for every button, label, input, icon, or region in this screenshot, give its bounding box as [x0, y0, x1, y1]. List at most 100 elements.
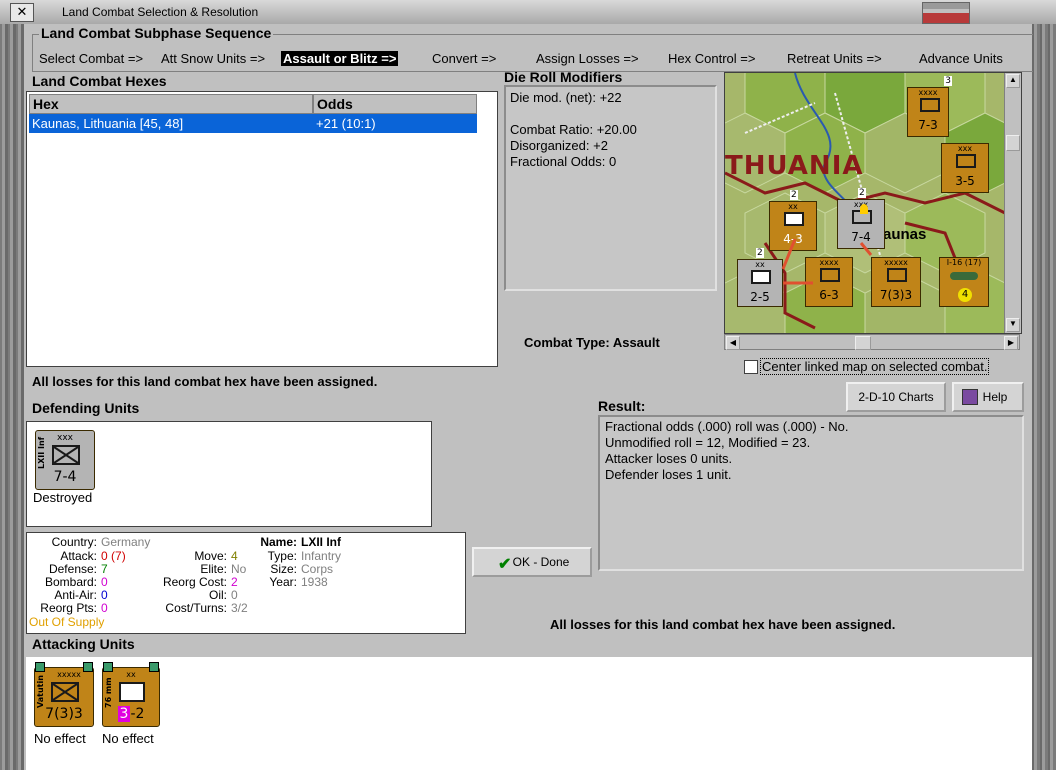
type-value: Infantry: [301, 549, 342, 563]
help-label: Help: [982, 390, 1008, 404]
seq-advance-units[interactable]: Advance Units: [919, 51, 1003, 66]
mountain-symbol-icon: [784, 212, 804, 226]
scroll-left-icon[interactable]: ◀: [726, 336, 740, 350]
result-title: Result:: [598, 398, 646, 414]
country-value: Germany: [101, 535, 151, 549]
losses-message-bottom: All losses for this land combat hex have…: [550, 617, 896, 632]
hex-row-hex[interactable]: Kaunas, Lithuania [45, 48]: [29, 114, 313, 133]
charts-button[interactable]: 2-D-10 Charts: [846, 382, 946, 412]
supply-status: Out Of Supply: [29, 615, 105, 629]
close-button[interactable]: ✕: [10, 3, 34, 22]
infantry-symbol-icon: [887, 268, 907, 282]
oil-label: Oil:: [209, 588, 227, 602]
attacking-unit-counter-1[interactable]: xxxxx Vatutin 7(3)3: [34, 662, 94, 727]
unit-flag-icon: [83, 662, 93, 672]
counter-size: xxxxx: [884, 258, 908, 267]
counter-stack: 3: [944, 76, 952, 86]
attacking-unit-status-1: No effect: [34, 731, 86, 746]
attacking-units-box: xxxxx Vatutin 7(3)3 No effect xx 76 mm 3…: [26, 657, 1032, 770]
mod-combat-ratio: Combat Ratio: +20.00: [510, 122, 637, 137]
seq-convert[interactable]: Convert =>: [432, 51, 496, 66]
title-bar: ✕ Land Combat Selection & Resolution: [0, 0, 1056, 25]
move-value: 4: [231, 549, 238, 563]
hscroll-thumb[interactable]: [855, 336, 871, 350]
help-button[interactable]: Help: [952, 382, 1024, 412]
result-box: Fractional odds (.000) roll was (.000) -…: [598, 415, 1024, 571]
attacking-unit-counter-2[interactable]: xx 76 mm 3 -2: [102, 662, 160, 727]
mod-disorganized: Disorganized: +2: [510, 138, 608, 153]
size-label: Size:: [270, 562, 297, 576]
combat-hexes-title: Land Combat Hexes: [32, 73, 167, 89]
col-hex-header[interactable]: Hex: [29, 94, 313, 114]
year-label: Year:: [269, 575, 297, 589]
left-border: [0, 24, 24, 770]
scroll-thumb[interactable]: [1006, 135, 1020, 151]
defending-units-box: xxx LXII Inf 7-4 Destroyed: [26, 421, 432, 527]
antiair-value: 0: [101, 588, 108, 602]
seq-assault-or-blitz[interactable]: Assault or Blitz =>: [281, 51, 399, 66]
map-counter-3-5[interactable]: xxx 3-5: [941, 143, 989, 193]
map-view[interactable]: THUANIA aunas xxxx 7-3 3 xxx 3-5 xx 4-3 …: [724, 72, 1022, 334]
seq-assign-losses[interactable]: Assign Losses =>: [536, 51, 639, 66]
counter-strength-attack: 3: [117, 706, 131, 722]
attack-value: 0 (7): [101, 549, 126, 563]
antiair-label: Anti-Air:: [54, 588, 97, 602]
counter-stack: 2: [756, 248, 764, 258]
counter-stack: 2: [790, 190, 798, 200]
size-value: Corps: [301, 562, 334, 576]
seq-hex-control[interactable]: Hex Control =>: [668, 51, 755, 66]
counter-size: xxxx: [819, 258, 839, 267]
map-hscrollbar[interactable]: ◀ ▶: [724, 334, 1020, 350]
counter-strength: 3 -2: [103, 706, 159, 722]
map-counter-7-4[interactable]: xxx 7-4 2: [837, 188, 885, 249]
elite-label: Elite:: [200, 562, 227, 576]
armor-symbol-icon: [751, 270, 771, 284]
unit-flag-icon: [103, 662, 113, 672]
map-counter-2-5[interactable]: xx 2-5 2: [737, 248, 783, 307]
counter-strength: 7-3: [918, 118, 938, 132]
year-value: 1938: [301, 575, 328, 589]
map-counter-7-3-3[interactable]: xxxxx 7(3)3: [871, 257, 921, 307]
defending-unit-counter[interactable]: xxx LXII Inf 7-4: [35, 430, 95, 490]
map-counter-4-3[interactable]: xx 4-3 2: [769, 190, 817, 251]
elite-value: No: [231, 562, 247, 576]
seq-att-snow-units[interactable]: Att Snow Units =>: [161, 51, 265, 66]
combat-hexes-list[interactable]: Hex Odds Kaunas, Lithuania [45, 48] +21 …: [26, 91, 498, 367]
combat-type: Combat Type: Assault: [524, 335, 660, 350]
mod-blank: [510, 106, 711, 122]
counter-side-label: 76 mm: [104, 677, 113, 708]
scroll-down-icon[interactable]: ▼: [1006, 318, 1020, 332]
hex-row-odds[interactable]: +21 (10:1): [313, 114, 477, 133]
map-vscrollbar[interactable]: ▲ ▼: [1004, 73, 1021, 333]
flag-icon: [922, 2, 970, 24]
checkmark-icon: ✔: [498, 556, 512, 573]
scroll-right-icon[interactable]: ▶: [1004, 336, 1018, 350]
map-country-label: THUANIA: [725, 151, 864, 181]
map-counter-6-3[interactable]: xxxx 6-3: [805, 257, 853, 307]
attack-base: (7): [111, 549, 126, 563]
seq-select-combat[interactable]: Select Combat =>: [39, 51, 143, 66]
attack-label: Attack:: [60, 549, 97, 563]
reorg-pts-value: 0: [101, 601, 108, 615]
cost-turns-value: 3/2: [231, 601, 248, 615]
counter-size: I-16 (17): [946, 258, 982, 267]
ok-done-button[interactable]: ✔ OK - Done: [472, 547, 592, 577]
name-label: Name:: [260, 535, 297, 549]
counter-strength-move: -2: [130, 706, 145, 722]
col-odds-header[interactable]: Odds: [313, 94, 477, 114]
center-map-checkbox[interactable]: [744, 360, 758, 374]
losses-message-top: All losses for this land combat hex have…: [32, 374, 378, 389]
sequence-title: Land Combat Subphase Sequence: [39, 25, 274, 41]
result-line-1: Fractional odds (.000) roll was (.000) -…: [605, 419, 849, 434]
center-map-label[interactable]: Center linked map on selected combat.: [760, 358, 990, 375]
scroll-up-icon[interactable]: ▲: [1006, 74, 1020, 88]
ok-label: OK - Done: [512, 555, 570, 569]
artillery-symbol-icon: [119, 682, 145, 702]
infantry-symbol-icon: [956, 154, 976, 168]
map-counter-7-3[interactable]: xxxx 7-3 3: [907, 76, 952, 137]
result-line-2: Unmodified roll = 12, Modified = 23.: [605, 435, 811, 450]
unit-flag-icon: [35, 662, 45, 672]
map-counter-i16[interactable]: I-16 (17) 4: [939, 257, 989, 307]
aircraft-icon: [950, 272, 978, 280]
seq-retreat-units[interactable]: Retreat Units =>: [787, 51, 882, 66]
